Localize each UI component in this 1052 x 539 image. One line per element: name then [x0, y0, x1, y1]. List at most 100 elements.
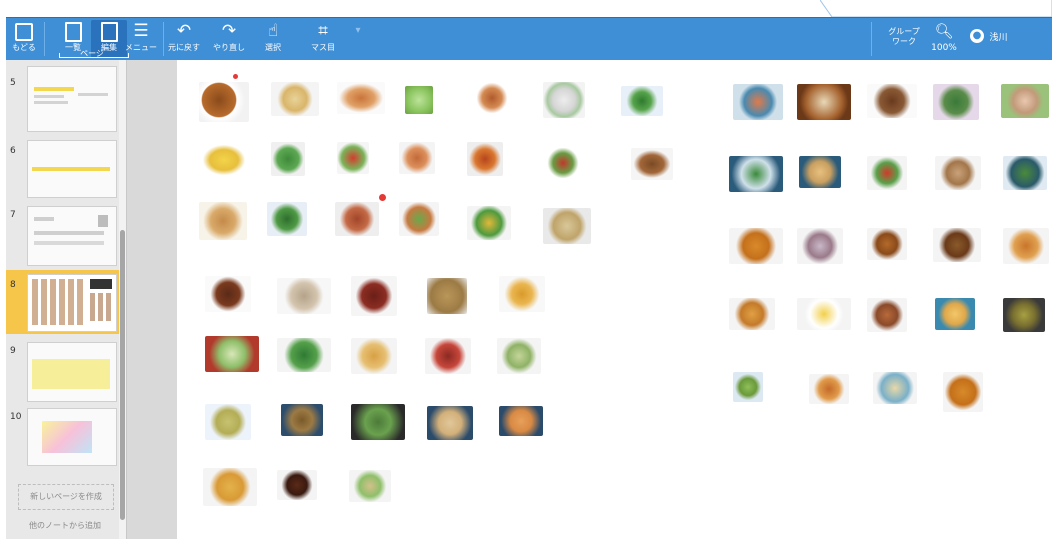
- food-card[interactable]: [335, 194, 386, 250]
- page-number: 8: [10, 280, 16, 290]
- food-card[interactable]: [1003, 218, 1051, 274]
- select-button[interactable]: ☝ 選択: [260, 20, 286, 60]
- food-card[interactable]: [399, 194, 443, 250]
- page-thumbnail-10[interactable]: [27, 408, 117, 466]
- food-photo: [467, 206, 511, 240]
- food-photo: [205, 276, 251, 312]
- menu-icon: ☰: [133, 21, 149, 41]
- food-card[interactable]: [867, 74, 919, 130]
- page-thumbnail-9[interactable]: [27, 342, 117, 402]
- back-button[interactable]: もどる: [8, 20, 40, 60]
- food-card[interactable]: [499, 268, 549, 324]
- food-card[interactable]: [199, 74, 253, 130]
- food-card[interactable]: [351, 396, 407, 452]
- food-card[interactable]: [935, 146, 985, 202]
- grid-button[interactable]: ⌗ マス目: [306, 20, 340, 60]
- food-card[interactable]: [351, 268, 401, 324]
- food-card[interactable]: [733, 74, 785, 130]
- food-card[interactable]: [543, 200, 593, 250]
- page-number: 5: [10, 78, 16, 88]
- food-card[interactable]: [277, 460, 321, 520]
- food-card[interactable]: [271, 74, 321, 130]
- scrollbar-thumb[interactable]: [120, 230, 125, 520]
- food-photo: [351, 404, 405, 440]
- food-card[interactable]: [497, 328, 545, 384]
- food-card[interactable]: [405, 74, 445, 130]
- food-card[interactable]: [933, 218, 983, 274]
- food-card[interactable]: [621, 78, 671, 134]
- page-thumbnail-5[interactable]: [27, 66, 117, 132]
- page-number: 7: [10, 210, 16, 220]
- food-card[interactable]: [799, 146, 849, 202]
- food-card[interactable]: [199, 194, 253, 250]
- zoom-button[interactable]: 🔍︎ 100%: [926, 20, 962, 60]
- food-card[interactable]: [267, 194, 311, 250]
- food-card[interactable]: [729, 288, 779, 344]
- food-card[interactable]: [797, 74, 853, 130]
- food-photo: [399, 142, 435, 174]
- food-card[interactable]: [205, 268, 255, 324]
- food-card[interactable]: [935, 288, 983, 344]
- food-card[interactable]: [427, 396, 477, 452]
- food-photo: [729, 156, 783, 192]
- page-thumbnail-8-selected[interactable]: [27, 274, 117, 332]
- food-card[interactable]: [399, 134, 439, 184]
- food-card[interactable]: [729, 218, 785, 274]
- food-card[interactable]: [277, 328, 333, 384]
- add-from-other-note-button[interactable]: 他のノートから追加: [18, 520, 112, 531]
- food-card[interactable]: [1003, 146, 1051, 202]
- food-card[interactable]: [867, 218, 911, 274]
- food-card[interactable]: [543, 74, 593, 130]
- window-corner-decoration: [820, 0, 1052, 17]
- food-photo: [873, 372, 917, 404]
- food-card[interactable]: [797, 218, 847, 274]
- add-new-page-button[interactable]: 新しいページを作成: [18, 484, 114, 510]
- food-card[interactable]: [351, 328, 401, 384]
- food-card[interactable]: [873, 362, 923, 418]
- food-card[interactable]: [277, 268, 333, 324]
- grid-icon: ⌗: [318, 21, 328, 41]
- food-card[interactable]: [1003, 288, 1049, 344]
- food-card[interactable]: [199, 134, 253, 184]
- redo-button[interactable]: ↷ やり直し: [211, 20, 247, 60]
- food-card[interactable]: [469, 74, 519, 130]
- food-card[interactable]: [631, 140, 675, 190]
- food-card[interactable]: [337, 134, 377, 184]
- food-card[interactable]: [467, 194, 517, 250]
- food-card[interactable]: [1001, 74, 1051, 130]
- food-card[interactable]: [809, 362, 859, 418]
- page-thumbnail-6[interactable]: [27, 140, 117, 198]
- food-card[interactable]: [943, 362, 987, 418]
- food-card[interactable]: [733, 362, 783, 410]
- toolbar: もどる 一覧 編集 ページ ☰ メニュー ↶ 元に戻す ↷ やり直し ☝ 選択 …: [6, 17, 1052, 61]
- food-photo: [335, 202, 379, 236]
- food-photo: [543, 148, 583, 178]
- food-card[interactable]: [427, 268, 477, 324]
- food-card[interactable]: [349, 460, 399, 516]
- sidebar-scrollbar[interactable]: [119, 60, 126, 539]
- chevron-down-icon: ▾: [355, 25, 361, 36]
- food-card[interactable]: [543, 140, 587, 190]
- food-card[interactable]: [797, 288, 853, 344]
- food-photo: [205, 336, 259, 372]
- food-card[interactable]: [729, 146, 785, 202]
- food-photo: [271, 142, 305, 176]
- undo-button[interactable]: ↶ 元に戻す: [166, 20, 202, 60]
- menu-button[interactable]: ☰ メニュー: [124, 20, 158, 60]
- page-group-label: ページ: [80, 49, 104, 58]
- food-card[interactable]: [933, 74, 983, 130]
- food-card[interactable]: [467, 134, 507, 184]
- more-dropdown[interactable]: ▾: [351, 20, 365, 60]
- page-thumbnail-7[interactable]: [27, 206, 117, 266]
- food-card[interactable]: [205, 328, 261, 384]
- food-card[interactable]: [425, 328, 475, 384]
- note-canvas[interactable]: [177, 60, 1052, 539]
- food-card[interactable]: [867, 146, 917, 202]
- food-card[interactable]: [867, 288, 911, 344]
- food-card[interactable]: [205, 396, 255, 452]
- food-card[interactable]: [271, 134, 311, 184]
- food-card[interactable]: [499, 396, 549, 452]
- food-card[interactable]: [203, 460, 259, 516]
- food-card[interactable]: [281, 396, 331, 452]
- food-card[interactable]: [337, 74, 387, 130]
